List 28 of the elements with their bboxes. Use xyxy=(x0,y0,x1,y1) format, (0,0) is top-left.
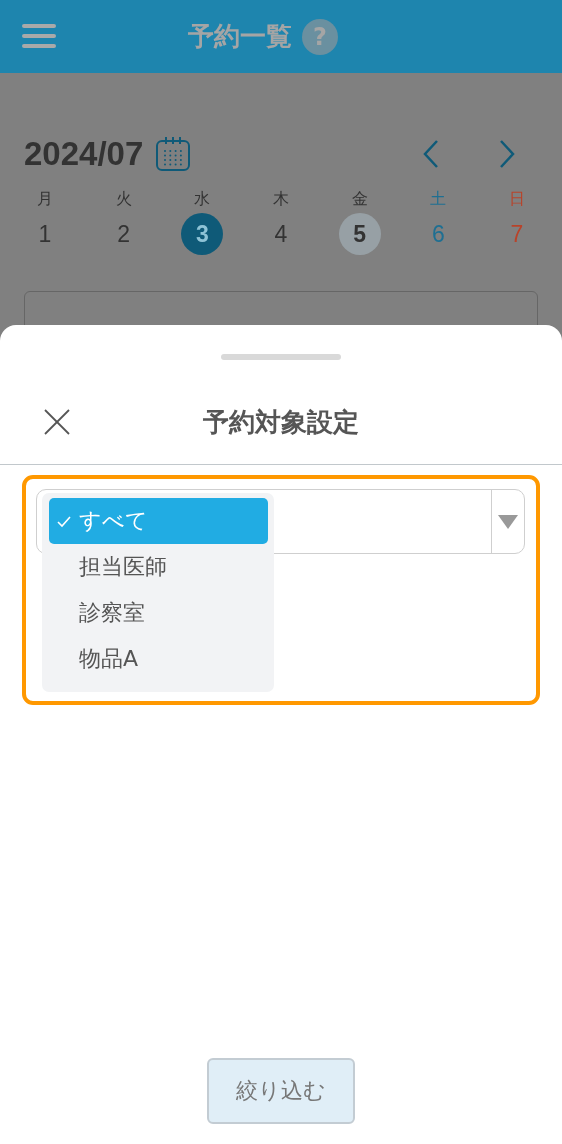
sheet-title: 予約対象設定 xyxy=(202,405,360,439)
date-button[interactable]: 2 xyxy=(102,213,145,255)
drag-handle[interactable] xyxy=(221,354,341,360)
date-button[interactable]: 5 xyxy=(338,213,381,255)
weekday-label: 日 xyxy=(508,189,525,209)
close-icon[interactable] xyxy=(44,409,70,435)
weekday-label: 月 xyxy=(37,189,53,209)
date-button[interactable]: 3 xyxy=(181,213,224,255)
filter-button[interactable]: 絞り込む xyxy=(207,1058,355,1124)
month-label: 2024/07 xyxy=(24,135,144,173)
dropdown-option[interactable]: すべて xyxy=(49,498,268,544)
date-button[interactable]: 1 xyxy=(24,213,66,255)
weekday-label: 金 xyxy=(351,189,368,209)
dropdown-option[interactable]: 担当医師 xyxy=(49,544,268,590)
check-icon xyxy=(57,516,71,528)
dropdown-option[interactable]: 診察室 xyxy=(49,590,268,636)
weekday-label: 火 xyxy=(115,189,132,209)
weekday-label: 土 xyxy=(430,189,447,209)
weekday-label: 木 xyxy=(272,189,289,209)
menu-icon[interactable] xyxy=(22,23,56,49)
page-title: 予約一覧 xyxy=(188,20,292,53)
calendar-icon[interactable] xyxy=(155,136,192,172)
dropdown-arrow-icon[interactable] xyxy=(498,514,518,529)
next-icon[interactable] xyxy=(498,139,516,169)
date-button[interactable]: 4 xyxy=(259,213,302,255)
dropdown-option[interactable]: 物品A xyxy=(49,636,268,682)
weekday-label: 水 xyxy=(194,189,211,209)
previous-icon[interactable] xyxy=(422,139,440,169)
